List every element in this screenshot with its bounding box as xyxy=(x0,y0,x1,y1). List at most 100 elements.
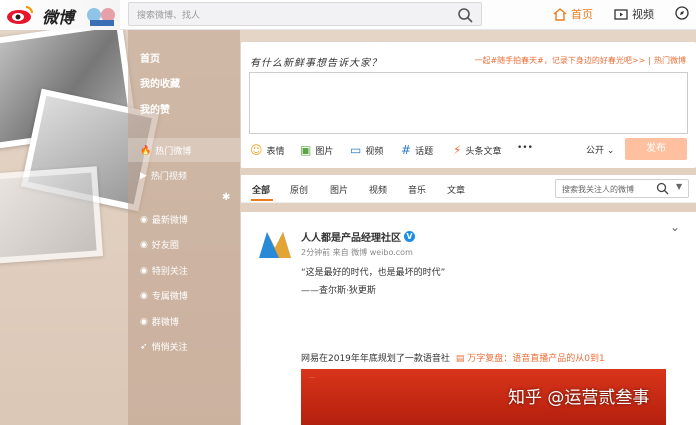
tool-label: 表情 xyxy=(266,146,285,157)
article-link[interactable]: ▤ 万字复盘：语音直播产品的从0到1 xyxy=(456,354,605,364)
nav-home[interactable]: 首页 xyxy=(553,6,593,22)
avatar[interactable] xyxy=(257,226,293,262)
feed-tabs: 全部 原创 图片 视频 音乐 文章 搜索我关注人的微博 ▼ xyxy=(241,175,696,203)
circle-icon: ◉ xyxy=(140,290,148,301)
logo-text: 微博 xyxy=(42,8,75,27)
chevron-down-icon[interactable]: ⌄ xyxy=(670,220,680,234)
post-meta: 2分钟前 来自 微博 weibo.com xyxy=(301,248,413,257)
sidebar-item-special[interactable]: ◉ 特别关注 xyxy=(140,264,188,278)
sidebar-item-latest[interactable]: ◉ 最新微博 xyxy=(140,213,188,227)
sidebar-item-label: 热门视频 xyxy=(150,172,187,182)
post-text-line: ——查尔斯·狄更斯 xyxy=(301,286,376,296)
topic-button[interactable]: # 话题 xyxy=(401,143,433,157)
composer-textarea[interactable] xyxy=(249,72,688,134)
tab-images[interactable]: 图片 xyxy=(330,183,348,196)
caret-down-icon[interactable]: ▼ xyxy=(676,182,682,191)
post-composer: 有什么新鲜事想告诉大家？ 一起#随手拍春天#，记录下身边的好春光吧>> | 热门微博… xyxy=(241,42,696,168)
nav-home-label: 首页 xyxy=(571,8,593,21)
image-icon: ▣ xyxy=(300,143,312,157)
search-input[interactable]: 搜索微博、找人 xyxy=(128,2,482,26)
article-button[interactable]: ⚡ 头条文章 xyxy=(453,143,501,157)
post-image-caption: … xyxy=(309,373,315,380)
tab-original[interactable]: 原创 xyxy=(290,183,308,196)
sidebar-item-group[interactable]: ◉ 群微博 xyxy=(140,315,179,329)
search-placeholder: 搜索微博、找人 xyxy=(137,11,201,21)
nav-video[interactable]: 视频 xyxy=(614,6,654,22)
star-icon: ◉ xyxy=(140,265,148,276)
feed-search-placeholder: 搜索我关注人的微博 xyxy=(562,185,634,194)
sidebar-item-label: 首页 xyxy=(140,54,160,65)
left-menu: 首页 我的收藏 我的赞 🔥 热门微博 ▶ 热门视频 ✱ ◉ 最新微博 ◉ 好友圈 ◉ 特别… xyxy=(128,30,240,425)
post-sub-text-body: 网易在2019年年底规划了一款语音社 xyxy=(301,354,450,364)
zhihu-watermark: 知乎 @运营贰叁事 xyxy=(508,388,650,408)
more-icon: ••• xyxy=(517,143,533,153)
sidebar-item-hot-video[interactable]: ▶ 热门视频 xyxy=(140,169,187,183)
visibility-select[interactable]: 公开 ⌄ xyxy=(586,143,614,156)
video-icon: ▭ xyxy=(350,143,362,157)
tab-articles[interactable]: 文章 xyxy=(447,183,465,196)
eye-icon: ➶ xyxy=(140,341,148,352)
home-icon xyxy=(553,7,567,21)
emoji-button[interactable]: ☺ 表情 xyxy=(250,143,285,157)
post-author[interactable]: 人人都是产品经理社区 V xyxy=(301,229,415,244)
publish-button[interactable]: 发布 xyxy=(625,138,687,160)
smile-icon: ☺ xyxy=(250,143,263,157)
tool-label: 视频 xyxy=(365,146,384,157)
sidebar-item-label: 好友圈 xyxy=(151,241,179,251)
sidebar-item-label: 悄悄关注 xyxy=(151,343,188,353)
feed-search-input[interactable]: 搜索我关注人的微博 ▼ xyxy=(555,179,689,198)
tool-label: 话题 xyxy=(415,146,434,157)
tool-label: 图片 xyxy=(315,146,334,157)
sidebar-item-label: 热门微博 xyxy=(155,147,192,157)
nav-discover[interactable] xyxy=(675,6,689,20)
composer-prompt: 有什么新鲜事想告诉大家？ xyxy=(250,58,382,69)
sidebar-item-label: 最新微博 xyxy=(151,216,188,226)
sidebar-item-label: 我的赞 xyxy=(140,105,170,116)
post-author-name[interactable]: 人人都是产品经理社区 xyxy=(301,229,401,244)
gear-icon[interactable]: ✱ xyxy=(222,192,230,203)
video-icon: ▶ xyxy=(140,170,147,181)
sidebar-item-label: 群微博 xyxy=(151,318,179,328)
weibo-eye-icon xyxy=(7,6,33,24)
background-photo xyxy=(0,166,104,264)
fire-icon: 🔥 xyxy=(140,145,152,156)
group-icon: ◉ xyxy=(140,316,148,327)
hash-icon: # xyxy=(401,143,412,157)
video-icon xyxy=(614,9,628,20)
nav-video-label: 视频 xyxy=(632,8,654,21)
search-icon[interactable] xyxy=(656,182,669,195)
search-icon[interactable] xyxy=(457,7,473,23)
compass-icon xyxy=(675,6,689,20)
sidebar-item-label: 特别关注 xyxy=(151,267,188,277)
tab-all[interactable]: 全部 xyxy=(252,183,270,196)
image-button[interactable]: ▣ 图片 xyxy=(300,143,333,157)
sidebar-item-friends[interactable]: ◉ 好友圈 xyxy=(140,238,179,252)
chevron-down-icon: ⌄ xyxy=(606,146,615,156)
visibility-label: 公开 xyxy=(586,146,605,156)
sidebar-item-secret[interactable]: ➶ 悄悄关注 xyxy=(140,340,188,354)
article-link-label[interactable]: 万字复盘：语音直播产品的从0到1 xyxy=(467,354,604,364)
tab-music[interactable]: 音乐 xyxy=(408,183,426,196)
sidebar-item-hot-weibo[interactable]: 🔥 热门微博 xyxy=(140,144,192,158)
circle-icon: ◉ xyxy=(140,214,148,225)
hot-topic-link[interactable]: 热门微博 xyxy=(654,56,686,65)
verified-icon: V xyxy=(404,231,415,242)
tab-videos[interactable]: 视频 xyxy=(369,183,387,196)
weibo-logo[interactable]: 微博 xyxy=(0,0,120,30)
lightning-icon: ⚡ xyxy=(453,143,462,157)
hot-topic-banner[interactable]: 一起#随手拍春天#，记录下身边的好春光吧>> | 热门微博 xyxy=(474,55,686,66)
heart-icon: ◉ xyxy=(140,239,148,250)
sidebar-item-favorites[interactable]: 我的收藏 xyxy=(140,75,180,90)
sidebar-item-label: 我的收藏 xyxy=(140,79,180,90)
tab-active-underline xyxy=(251,199,273,201)
top-bar: 微博 搜索微博、找人 首页 视频 xyxy=(0,0,696,30)
sidebar-item-home[interactable]: 首页 xyxy=(140,50,160,65)
sidebar-item-label: 专属微博 xyxy=(151,292,188,302)
post-sub-text: 网易在2019年年底规划了一款语音社 ▤ 万字复盘：语音直播产品的从0到1 xyxy=(301,351,605,364)
sidebar-item-likes[interactable]: 我的赞 xyxy=(140,101,170,116)
more-button[interactable]: ••• xyxy=(517,143,533,153)
sidebar-item-exclusive[interactable]: ◉ 专属微博 xyxy=(140,289,188,303)
hot-topic-text[interactable]: 一起#随手拍春天#，记录下身边的好春光吧>> xyxy=(474,56,645,65)
tool-label: 头条文章 xyxy=(465,146,502,157)
video-button[interactable]: ▭ 视频 xyxy=(350,143,383,157)
